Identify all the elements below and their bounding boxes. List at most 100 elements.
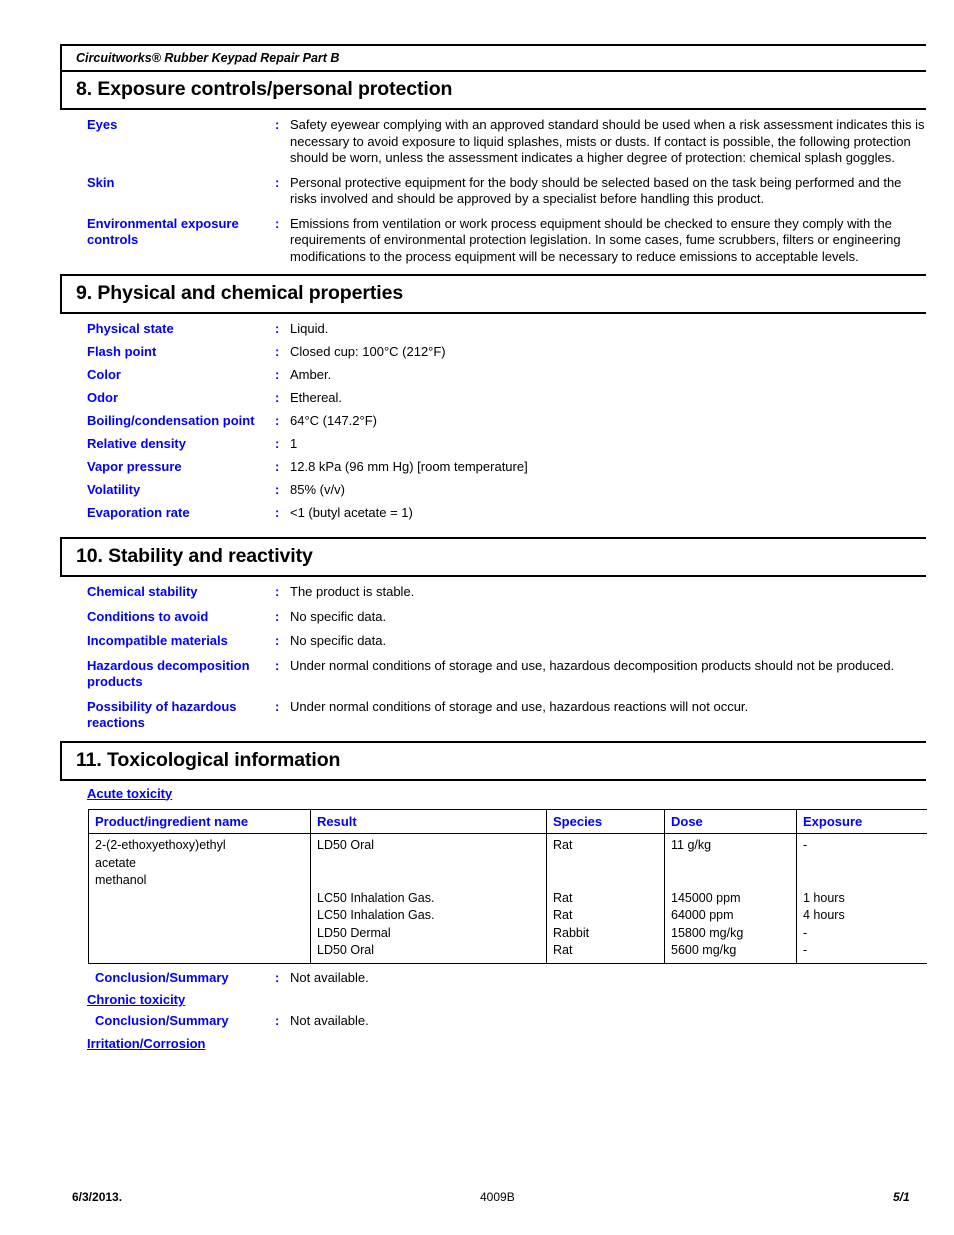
row-label: Incompatible materials bbox=[87, 633, 228, 648]
row-value: The product is stable. bbox=[290, 584, 415, 599]
row-label: Evaporation rate bbox=[87, 505, 190, 520]
row-label: Skin bbox=[87, 174, 115, 190]
column-header-result: Result bbox=[310, 808, 547, 834]
row-label: Color bbox=[87, 367, 121, 382]
row-colon: : bbox=[275, 344, 280, 359]
row-value: Liquid. bbox=[290, 321, 329, 336]
cell-exposure: -1 hours 4 hours - - bbox=[796, 833, 927, 964]
row-colon: : bbox=[275, 174, 280, 190]
row-conditions-to-avoid: Conditions to avoid : No specific data. bbox=[60, 609, 926, 626]
row-value: Under normal conditions of storage and u… bbox=[290, 657, 895, 673]
section-heading-exposure-controls: 8. Exposure controls/personal protection bbox=[60, 71, 926, 110]
row-acute-conclusion-summary: Conclusion/Summary : Not available. bbox=[60, 970, 926, 987]
row-colon: : bbox=[275, 459, 280, 474]
row-value: Ethereal. bbox=[290, 390, 343, 405]
row-possibility-of-hazardous-reactions: Possibility of hazardous reactions : Und… bbox=[60, 699, 926, 732]
row-value: Emissions from ventilation or work proce… bbox=[290, 215, 901, 264]
cell-result: LD50 Oral LC50 Inhalation Gas. LC50 Inhala… bbox=[310, 833, 547, 964]
chronic-toxicity-subheading-wrap: Chronic toxicity bbox=[60, 991, 926, 1013]
row-value: 85% (v/v) bbox=[290, 482, 345, 497]
irritation-corrosion-subheading-wrap: Irritation/Corrosion bbox=[60, 1035, 926, 1053]
row-colon: : bbox=[275, 698, 280, 714]
row-colon: : bbox=[275, 413, 280, 428]
cell-species: Rat Rat Rat Rabbit Rat bbox=[546, 833, 665, 964]
row-colon: : bbox=[275, 390, 280, 405]
physical-properties-rows: Physical state : Liquid. Flash point : C… bbox=[60, 314, 926, 538]
row-physical-state: Physical state : Liquid. bbox=[60, 321, 926, 338]
row-colon: : bbox=[275, 1013, 280, 1028]
row-vapor-pressure: Vapor pressure : 12.8 kPa (96 mm Hg) [ro… bbox=[60, 459, 926, 476]
table-row: 2-(2-ethoxyethoxy)ethyl acetate methanol L… bbox=[88, 833, 927, 964]
chronic-toxicity-subheading: Chronic toxicity bbox=[87, 992, 186, 1007]
row-label: Odor bbox=[87, 390, 119, 405]
row-value: Under normal conditions of storage and u… bbox=[290, 698, 749, 714]
row-value: No specific data. bbox=[290, 608, 387, 624]
row-chronic-conclusion-summary: Conclusion/Summary : Not available. bbox=[60, 1013, 926, 1030]
row-value: 12.8 kPa (96 mm Hg) [room temperature] bbox=[290, 459, 528, 474]
row-colon: : bbox=[275, 584, 280, 599]
column-header-dose: Dose bbox=[664, 808, 797, 834]
row-hazardous-decomposition-products: Hazardous decomposition products : Under… bbox=[60, 658, 926, 691]
row-colon: : bbox=[275, 482, 280, 497]
row-value: <1 (butyl acetate = 1) bbox=[290, 505, 413, 520]
toxicological-conclusions: Conclusion/Summary : Not available. Chro… bbox=[60, 964, 926, 1053]
row-value: Amber. bbox=[290, 367, 332, 382]
section-heading-physical-chemical-properties: 9. Physical and chemical properties bbox=[60, 275, 926, 314]
row-eyes: Eyes : Safety eyewear complying with an … bbox=[60, 117, 926, 167]
column-header-exposure: Exposure bbox=[796, 808, 927, 834]
row-value: Personal protective equipment for the bo… bbox=[290, 174, 902, 207]
row-label: Relative density bbox=[87, 436, 186, 451]
acute-toxicity-table: Product/ingredient name Result Species D… bbox=[88, 808, 927, 964]
cell-product-ingredient-name: 2-(2-ethoxyethoxy)ethyl acetate methanol bbox=[88, 833, 311, 964]
column-header-species: Species bbox=[546, 808, 665, 834]
irritation-corrosion-subheading: Irritation/Corrosion bbox=[87, 1035, 206, 1051]
cell-dose: 11 g/kg 145000 ppm 64000 ppm 15800 mg/kg 560… bbox=[664, 833, 797, 964]
row-colon: : bbox=[275, 436, 280, 451]
footer-page-number: 5/1 bbox=[893, 1190, 910, 1204]
row-chemical-stability: Chemical stability : The product is stab… bbox=[60, 584, 926, 601]
row-value: Safety eyewear complying with an approve… bbox=[290, 117, 925, 165]
row-label: Volatility bbox=[87, 482, 141, 497]
row-incompatible-materials: Incompatible materials : No specific dat… bbox=[60, 633, 926, 650]
row-evaporation-rate: Evaporation rate : <1 (butyl acetate = 1… bbox=[60, 505, 926, 522]
row-label: Conclusion/Summary bbox=[95, 1013, 229, 1028]
row-label: Flash point bbox=[87, 344, 157, 359]
row-volatility: Volatility : 85% (v/v) bbox=[60, 482, 926, 499]
section-heading-toxicological-information: 11. Toxicological information bbox=[60, 741, 926, 781]
row-label: Vapor pressure bbox=[87, 459, 182, 474]
footer-product-code: 4009B bbox=[480, 1190, 515, 1204]
row-relative-density: Relative density : 1 bbox=[60, 436, 926, 453]
row-colon: : bbox=[275, 321, 280, 336]
exposure-controls-rows: Eyes : Safety eyewear complying with an … bbox=[60, 110, 926, 275]
acute-toxicity-subheading: Acute toxicity bbox=[87, 785, 173, 801]
row-colon: : bbox=[275, 505, 280, 520]
row-odor: Odor : Ethereal. bbox=[60, 390, 926, 407]
row-label: Hazardous decomposition products bbox=[87, 657, 250, 690]
row-colon: : bbox=[275, 117, 280, 132]
row-label: Environmental exposure controls bbox=[87, 215, 239, 248]
row-flash-point: Flash point : Closed cup: 100°C (212°F) bbox=[60, 344, 926, 361]
row-skin: Skin : Personal protective equipment for… bbox=[60, 175, 926, 208]
row-label: Chemical stability bbox=[87, 584, 198, 599]
section-heading-stability-reactivity: 10. Stability and reactivity bbox=[60, 538, 926, 577]
row-colon: : bbox=[275, 657, 280, 673]
row-environmental-exposure-controls: Environmental exposure controls : Emissi… bbox=[60, 216, 926, 266]
row-colon: : bbox=[275, 633, 280, 648]
acute-toxicity-subheading-wrap: Acute toxicity bbox=[60, 781, 926, 808]
sds-page: Circuitworks® Rubber Keypad Repair Part … bbox=[0, 0, 954, 1235]
footer-date: 6/3/2013. bbox=[72, 1190, 123, 1204]
row-colon: : bbox=[275, 969, 280, 985]
row-label: Physical state bbox=[87, 321, 174, 336]
page-content: Circuitworks® Rubber Keypad Repair Part … bbox=[60, 44, 927, 1053]
row-value: 64°C (147.2°F) bbox=[290, 413, 377, 428]
row-value: Not available. bbox=[290, 969, 369, 985]
row-colon: : bbox=[275, 367, 280, 382]
row-label: Conditions to avoid bbox=[87, 608, 209, 624]
row-colon: : bbox=[275, 215, 280, 231]
stability-reactivity-rows: Chemical stability : The product is stab… bbox=[60, 577, 926, 742]
row-label: Boiling/condensation point bbox=[87, 413, 255, 428]
row-value: No specific data. bbox=[290, 633, 387, 648]
row-label: Conclusion/Summary bbox=[95, 969, 229, 985]
column-header-product-ingredient-name: Product/ingredient name bbox=[88, 808, 311, 834]
row-boiling-condensation-point: Boiling/condensation point : 64°C (147.2… bbox=[60, 413, 926, 430]
